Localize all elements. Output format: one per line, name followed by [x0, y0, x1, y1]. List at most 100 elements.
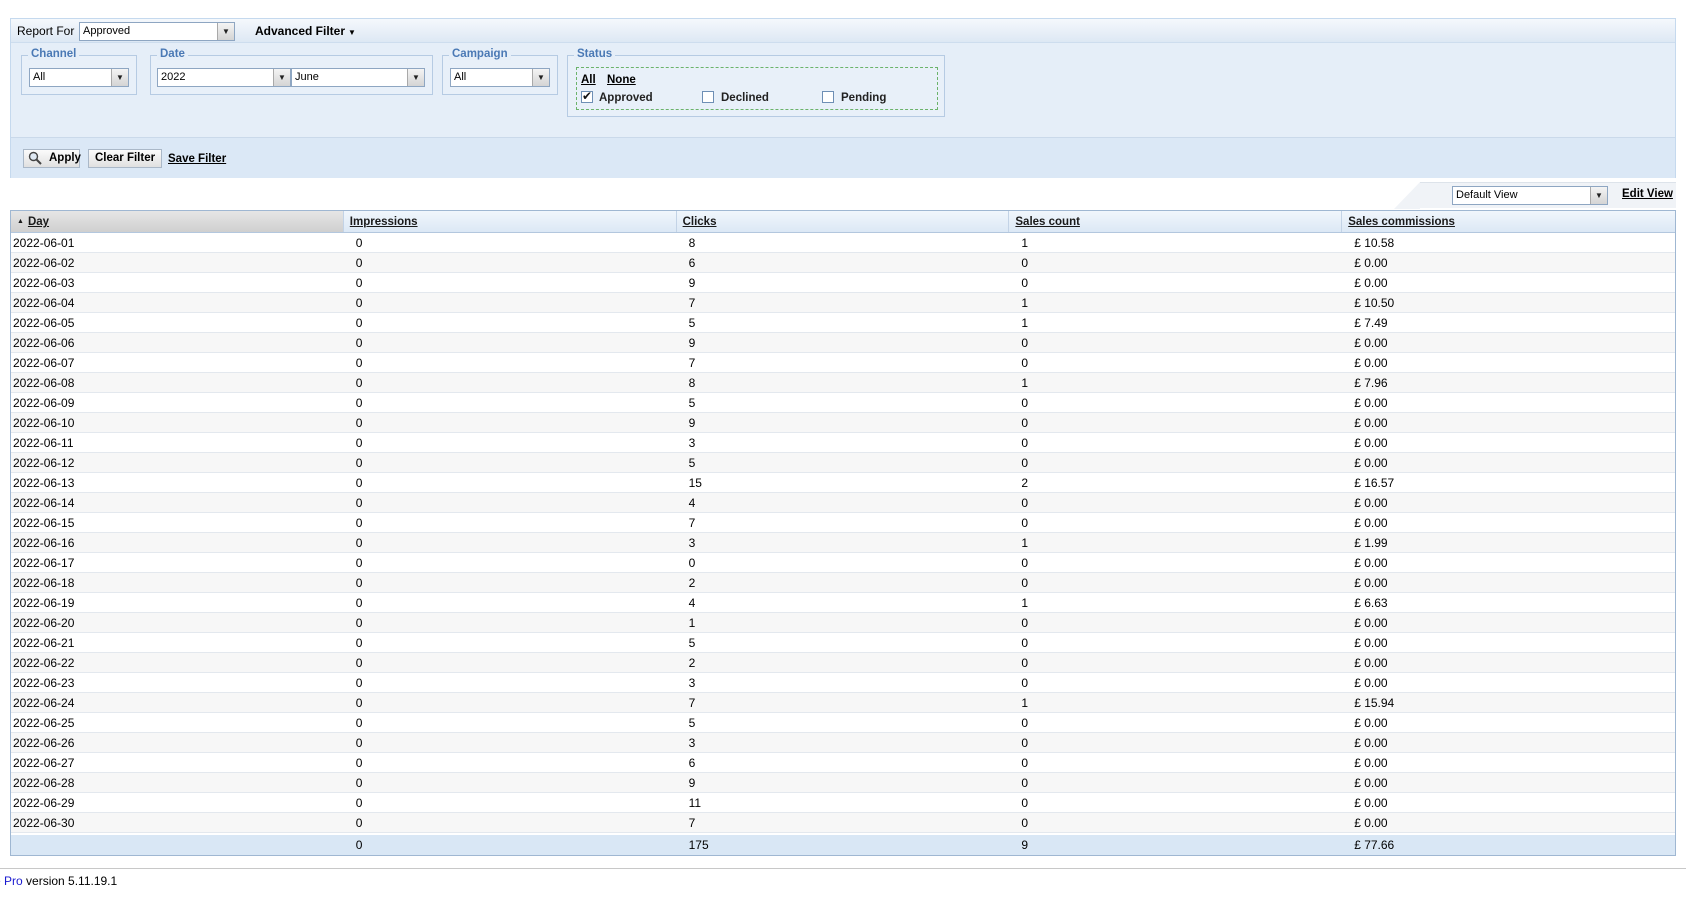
status-fieldset: Status All None Approved Declined Pendin…: [567, 48, 945, 117]
table-row[interactable]: 2022-06-05 0 5 1 £ 7.49: [11, 313, 1675, 333]
channel-value: All: [33, 71, 46, 83]
cell-sales-count: 2: [1021, 476, 1029, 490]
cell-sales-commissions: £ 0.00: [1354, 276, 1388, 290]
cell-impressions: 0: [355, 416, 363, 430]
cell-clicks: 5: [688, 316, 696, 330]
cell-clicks: 5: [688, 716, 696, 730]
column-header-sales-count[interactable]: Sales count: [1009, 211, 1343, 232]
table-row[interactable]: 2022-06-23 0 3 0 £ 0.00: [11, 673, 1675, 693]
cell-clicks: 5: [688, 396, 696, 410]
table-row[interactable]: 2022-06-12 0 5 0 £ 0.00: [11, 453, 1675, 473]
cell-day: 2022-06-24: [13, 696, 75, 710]
campaign-select[interactable]: All ▼: [450, 68, 550, 87]
cell-sales-commissions: £ 0.00: [1354, 676, 1388, 690]
total-cell: [11, 835, 344, 855]
cell-impressions: 0: [355, 336, 363, 350]
view-select[interactable]: Default View ▼: [1452, 186, 1608, 205]
table-row[interactable]: 2022-06-08 0 8 1 £ 7.96: [11, 373, 1675, 393]
approved-checkbox[interactable]: [581, 89, 593, 103]
year-select[interactable]: 2022 ▼: [157, 68, 291, 87]
cell-clicks: 2: [688, 656, 696, 670]
apply-button[interactable]: Apply: [23, 149, 81, 168]
cell-clicks: 7: [688, 356, 696, 370]
table-row[interactable]: 2022-06-30 0 7 0 £ 0.00: [11, 813, 1675, 833]
table-row[interactable]: 2022-06-15 0 7 0 £ 0.00: [11, 513, 1675, 533]
cell-sales-count: 0: [1021, 676, 1029, 690]
chevron-down-icon[interactable]: ▼: [407, 69, 424, 86]
column-header-sales-commissions[interactable]: Sales commissions: [1342, 211, 1675, 232]
cell-sales-count: 0: [1021, 616, 1029, 630]
chevron-down-icon[interactable]: ▼: [111, 69, 128, 86]
chevron-down-icon[interactable]: ▼: [1590, 187, 1607, 204]
table-row[interactable]: 2022-06-24 0 7 1 £ 15.94: [11, 693, 1675, 713]
channel-select[interactable]: All ▼: [29, 68, 129, 87]
footer-version: version 5.11.19.1: [22, 874, 118, 888]
pending-checkbox[interactable]: [822, 91, 834, 103]
report-for-select[interactable]: Approved ▼: [79, 22, 235, 41]
cell-day: 2022-06-30: [13, 816, 75, 830]
cell-impressions: 0: [355, 676, 363, 690]
table-row[interactable]: 2022-06-27 0 6 0 £ 0.00: [11, 753, 1675, 773]
column-header-clicks[interactable]: Clicks: [677, 211, 1010, 232]
cell-clicks: 2: [688, 576, 696, 590]
table-row[interactable]: 2022-06-07 0 7 0 £ 0.00: [11, 353, 1675, 373]
cell-day: 2022-06-29: [13, 796, 75, 810]
table-row[interactable]: 2022-06-22 0 2 0 £ 0.00: [11, 653, 1675, 673]
table-row[interactable]: 2022-06-19 0 4 1 £ 6.63: [11, 593, 1675, 613]
chevron-down-icon[interactable]: ▼: [217, 23, 234, 40]
table-row[interactable]: 2022-06-13 0 15 2 £ 16.57: [11, 473, 1675, 493]
table-row[interactable]: 2022-06-28 0 9 0 £ 0.00: [11, 773, 1675, 793]
table-row[interactable]: 2022-06-25 0 5 0 £ 0.00: [11, 713, 1675, 733]
cell-sales-count: 1: [1021, 536, 1029, 550]
totals-row: 0 175 9 £ 77.66: [11, 835, 1675, 855]
clear-filter-button[interactable]: Clear Filter: [88, 149, 163, 168]
table-row[interactable]: 2022-06-04 0 7 1 £ 10.50: [11, 293, 1675, 313]
declined-label: Declined: [721, 92, 769, 104]
month-select[interactable]: June ▼: [291, 68, 425, 87]
footer-brand[interactable]: e Pro: [0, 874, 23, 888]
table-row[interactable]: 2022-06-01 0 8 1 £ 10.58: [11, 233, 1675, 253]
campaign-value: All: [454, 71, 467, 83]
table-row[interactable]: 2022-06-06 0 9 0 £ 0.00: [11, 333, 1675, 353]
cell-clicks: 7: [688, 516, 696, 530]
cell-impressions: 0: [355, 436, 363, 450]
table-row[interactable]: 2022-06-03 0 9 0 £ 0.00: [11, 273, 1675, 293]
cell-day: 2022-06-05: [13, 316, 75, 330]
cell-clicks: 9: [688, 276, 696, 290]
chevron-down-icon[interactable]: ▼: [273, 69, 290, 86]
cell-clicks: 4: [688, 596, 696, 610]
cell-clicks: 9: [688, 336, 696, 350]
total-clicks: 175: [688, 838, 709, 852]
table-row[interactable]: 2022-06-17 0 0 0 £ 0.00: [11, 553, 1675, 573]
cell-day: 2022-06-23: [13, 676, 75, 690]
table-row[interactable]: 2022-06-09 0 5 0 £ 0.00: [11, 393, 1675, 413]
table-row[interactable]: 2022-06-10 0 9 0 £ 0.00: [11, 413, 1675, 433]
table-row[interactable]: 2022-06-29 0 11 0 £ 0.00: [11, 793, 1675, 813]
cell-day: 2022-06-14: [13, 496, 75, 510]
declined-checkbox[interactable]: [702, 91, 714, 103]
cell-clicks: 5: [688, 456, 696, 470]
chevron-down-icon[interactable]: ▼: [532, 69, 549, 86]
status-select-none-link[interactable]: None: [607, 74, 636, 86]
cell-sales-count: 0: [1021, 356, 1029, 370]
table-row[interactable]: 2022-06-20 0 1 0 £ 0.00: [11, 613, 1675, 633]
cell-clicks: 4: [688, 496, 696, 510]
cell-clicks: 5: [688, 636, 696, 650]
status-select-all-link[interactable]: All: [581, 74, 596, 86]
table-row[interactable]: 2022-06-14 0 4 0 £ 0.00: [11, 493, 1675, 513]
advanced-filter-button[interactable]: Advanced Filter ▼: [255, 24, 356, 38]
cell-sales-commissions: £ 0.00: [1354, 736, 1388, 750]
table-row[interactable]: 2022-06-11 0 3 0 £ 0.00: [11, 433, 1675, 453]
column-header-day[interactable]: ▲ Day: [11, 211, 344, 232]
table-row[interactable]: 2022-06-16 0 3 1 £ 1.99: [11, 533, 1675, 553]
table-row[interactable]: 2022-06-02 0 6 0 £ 0.00: [11, 253, 1675, 273]
cell-sales-commissions: £ 0.00: [1354, 656, 1388, 670]
edit-view-link[interactable]: Edit View: [1622, 188, 1673, 200]
table-row[interactable]: 2022-06-26 0 3 0 £ 0.00: [11, 733, 1675, 753]
column-header-impressions[interactable]: Impressions: [344, 211, 677, 232]
filter-actions: Apply Clear Filter Save Filter: [11, 137, 1675, 178]
table-row[interactable]: 2022-06-21 0 5 0 £ 0.00: [11, 633, 1675, 653]
save-filter-link[interactable]: Save Filter: [168, 153, 226, 165]
apply-label: Apply: [49, 152, 81, 164]
table-row[interactable]: 2022-06-18 0 2 0 £ 0.00: [11, 573, 1675, 593]
